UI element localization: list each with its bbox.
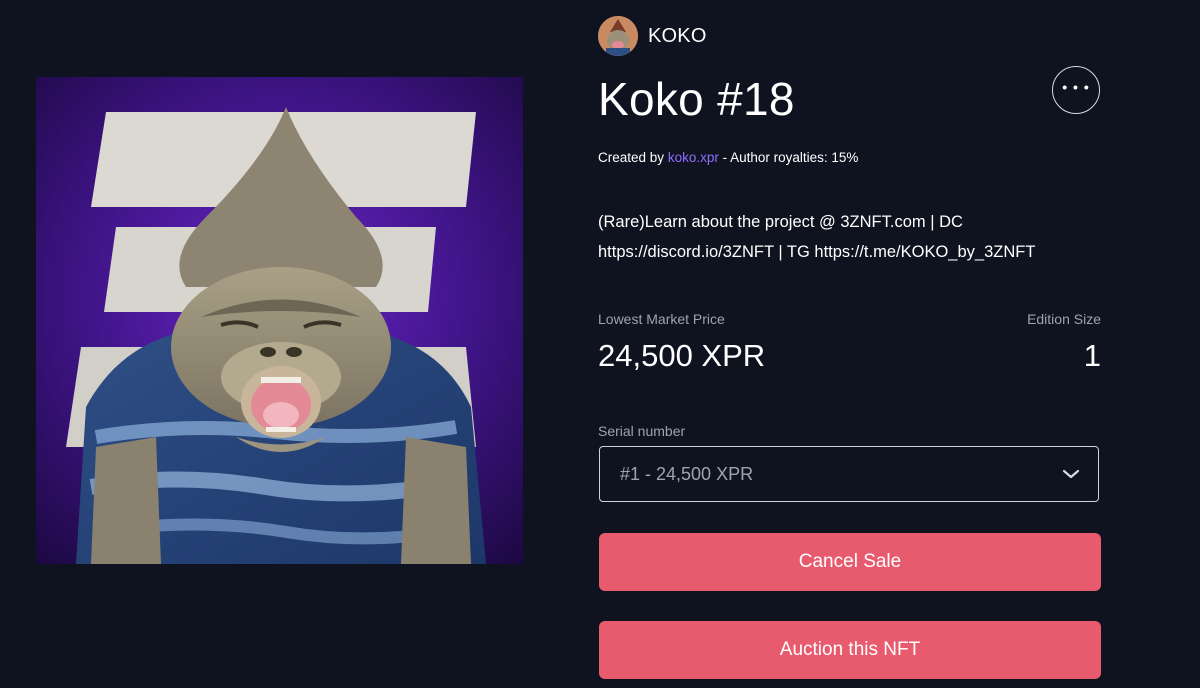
edition-size-value: 1 [1083,338,1101,373]
nft-detail-page: KOKO Koko #18 • • • Created by koko.xpr … [0,0,1200,688]
collection-name: KOKO [648,24,707,47]
auction-nft-button[interactable]: Auction this NFT [599,621,1101,679]
koko-avatar-icon [598,16,638,56]
cancel-sale-button[interactable]: Cancel Sale [599,533,1101,591]
nft-artwork-illustration [36,77,523,564]
nft-description: (Rare)Learn about the project @ 3ZNFT.co… [598,207,1118,267]
edition-size-label: Edition Size [1027,311,1101,327]
serial-number-select[interactable]: #1 - 24,500 XPR [599,446,1099,502]
ellipsis-icon: • • • [1062,79,1090,95]
collection-avatar [598,16,638,56]
lowest-price-label: Lowest Market Price [598,311,725,327]
lowest-price-value: 24,500 XPR [598,338,766,373]
collection-link[interactable]: KOKO [598,16,707,56]
more-options-button[interactable]: • • • [1052,66,1100,114]
nft-title: Koko #18 [598,73,795,125]
created-by-prefix: Created by [598,150,665,165]
author-link[interactable]: koko.xpr [668,150,719,165]
nft-artwork-image [36,77,523,564]
chevron-down-icon [1062,469,1080,479]
created-by-line: Created by koko.xpr - Author royalties: … [598,150,858,165]
serial-number-label: Serial number [598,423,686,439]
description-line: (Rare)Learn about the project @ 3ZNFT.co… [598,213,963,231]
serial-selected-value: #1 - 24,500 XPR [620,463,754,484]
description-line: https://discord.io/3ZNFT | TG https://t.… [598,243,1036,261]
royalties-text: - Author royalties: 15% [722,150,859,165]
